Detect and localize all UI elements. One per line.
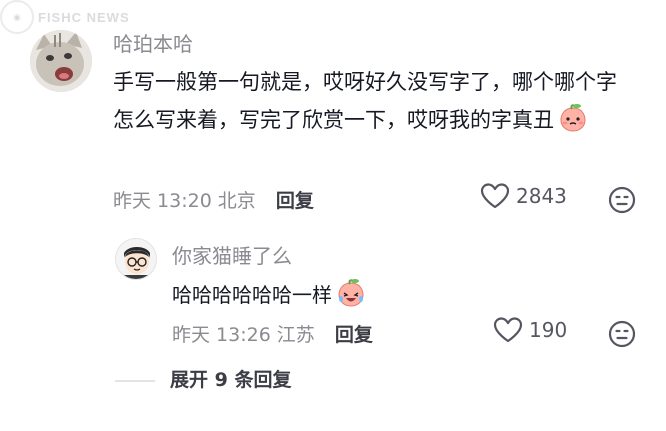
comment-location: 北京 <box>217 189 256 212</box>
heart-icon <box>480 183 510 209</box>
cat-avatar-icon[interactable] <box>30 30 92 92</box>
reply-reply-button[interactable]: 回复 <box>335 320 373 347</box>
comment-username[interactable]: 哈珀本哈 <box>113 28 193 57</box>
reply-like-count: 190 <box>529 318 568 342</box>
fishc-logo-icon: ◉ <box>0 0 34 34</box>
expand-divider <box>115 380 155 382</box>
reply-meta: 昨天 13:26 江苏 回复 <box>172 318 373 348</box>
comment-dislike-button[interactable] <box>608 186 636 214</box>
frown-icon <box>608 320 636 348</box>
reply-like-button[interactable]: 190 <box>493 317 567 343</box>
comment-text: 手写一般第一句就是，哎呀好久没写字了，哪个哪个字怎么写来着，写完了欣赏一下，哎呀… <box>113 63 633 139</box>
reply-text: 哈哈哈哈哈哈一样 <box>172 278 366 310</box>
peach-blush-emoji-icon <box>558 103 588 133</box>
comment-time: 昨天 13:20 <box>113 189 212 212</box>
expand-replies-button[interactable]: 展开 9 条回复 <box>170 365 291 392</box>
reply-dislike-button[interactable] <box>608 320 636 348</box>
frown-icon <box>608 186 636 214</box>
reply-time: 昨天 13:26 <box>172 323 271 346</box>
cartoon-boy-avatar-icon[interactable] <box>115 238 157 280</box>
reply-username[interactable]: 你家猫睡了么 <box>172 240 292 269</box>
comment-body: 手写一般第一句就是，哎呀好久没写字了，哪个哪个字怎么写来着，写完了欣赏一下，哎呀… <box>113 70 617 132</box>
comment-like-count: 2843 <box>516 184 567 208</box>
watermark: ◉ FISHC NEWS <box>0 0 130 34</box>
heart-icon <box>493 317 523 343</box>
comment-meta: 昨天 13:20 北京 回复 <box>113 184 314 214</box>
comment-reply-button[interactable]: 回复 <box>276 186 314 213</box>
reply-body: 哈哈哈哈哈哈一样 <box>172 283 332 307</box>
watermark-text: FISHC NEWS <box>38 9 130 25</box>
reply-location: 江苏 <box>276 323 315 346</box>
comment-like-button[interactable]: 2843 <box>480 183 567 209</box>
peach-laugh-cry-emoji-icon <box>336 278 366 308</box>
